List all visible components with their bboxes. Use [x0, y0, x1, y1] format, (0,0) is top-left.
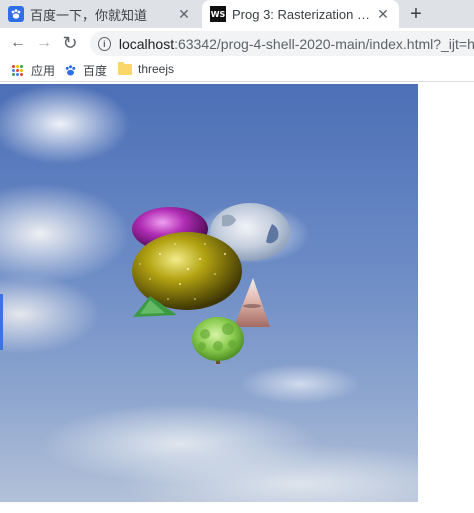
forward-button[interactable]: →	[32, 31, 56, 55]
face-triangle	[234, 278, 270, 327]
rendered-scene	[132, 203, 290, 364]
page-content	[0, 83, 474, 513]
info-icon[interactable]: i	[98, 36, 111, 51]
tab-baidu[interactable]: 百度一下，你就知道 ✕	[0, 0, 200, 28]
bookmark-apps[interactable]: 应用	[12, 62, 55, 79]
tab-title: Prog 3: Rasterization Solution	[232, 6, 375, 22]
tab-title: 百度一下，你就知道	[30, 7, 148, 23]
bookmark-label: threejs	[138, 62, 175, 76]
scroll-indicator	[0, 294, 3, 350]
reload-button[interactable]: ↻	[58, 31, 82, 55]
tree-canopy	[192, 317, 244, 361]
close-icon[interactable]: ✕	[176, 6, 192, 22]
baidu-icon	[64, 64, 77, 77]
url-host: localhost	[118, 35, 175, 52]
bookmark-label: 百度	[83, 64, 108, 78]
bookmark-label: 应用	[31, 64, 56, 78]
url-path: :63342/prog-4-shell-2020-main/index.html…	[174, 35, 474, 52]
folder-icon	[118, 61, 132, 75]
webgl-canvas[interactable]	[0, 84, 418, 502]
address-bar[interactable]: i localhost:63342/prog-4-shell-2020-main…	[90, 31, 474, 56]
close-icon[interactable]: ✕	[375, 6, 391, 22]
back-button[interactable]: ←	[6, 31, 30, 55]
face-eyes	[243, 304, 261, 308]
webstorm-icon: WS	[210, 6, 226, 22]
url-text: localhost:63342/prog-4-shell-2020-main/i…	[119, 36, 474, 52]
bookmark-baidu[interactable]: 百度	[64, 62, 107, 79]
bookmarks-bar: 应用 百度 threejs	[0, 58, 474, 82]
bookmark-threejs[interactable]: threejs	[118, 61, 175, 76]
new-tab-button[interactable]: +	[404, 2, 428, 26]
tab-prog3[interactable]: WS Prog 3: Rasterization Solution ✕	[202, 0, 399, 28]
browser-toolbar: ← → ↻ i localhost:63342/prog-4-shell-202…	[0, 28, 474, 58]
baidu-icon	[8, 6, 24, 22]
apps-grid-icon	[12, 64, 24, 77]
tab-strip: 百度一下，你就知道 ✕ WS Prog 3: Rasterization Sol…	[0, 0, 474, 28]
